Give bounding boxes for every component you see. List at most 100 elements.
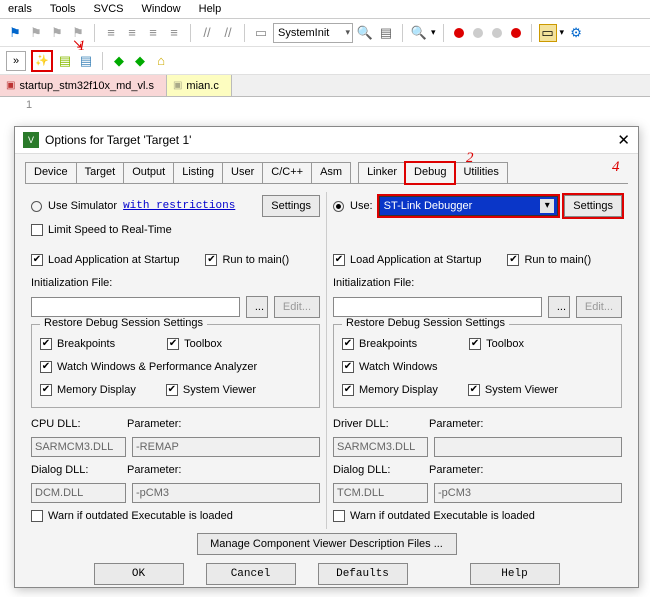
annotation-2: 2 xyxy=(466,150,474,167)
zoom-icon[interactable]: 🔍 xyxy=(410,24,428,42)
uncomment-icon[interactable]: // xyxy=(219,24,237,42)
hw-init-file-input[interactable] xyxy=(333,297,542,317)
doc-icon[interactable]: ▭ xyxy=(252,24,270,42)
tab-target[interactable]: Target xyxy=(76,162,125,183)
sim-load-app-label: Load Application at Startup xyxy=(48,254,179,266)
flag-blue-icon[interactable]: ⚑ xyxy=(6,24,24,42)
help-button[interactable]: Help xyxy=(470,563,560,585)
simulator-pane: Use Simulator with restrictions Settings… xyxy=(25,192,326,529)
hw-sysview-checkbox[interactable] xyxy=(468,384,480,396)
tab-asm[interactable]: Asm xyxy=(311,162,351,183)
tab-output[interactable]: Output xyxy=(123,162,174,183)
green-diamond2-icon[interactable]: ◆ xyxy=(131,52,149,70)
use-hw-radio[interactable] xyxy=(333,201,344,212)
cpu-param-label: Parameter: xyxy=(127,418,181,430)
window-icon[interactable]: ▭ xyxy=(539,24,557,42)
search-icon[interactable]: 🔍 xyxy=(356,24,374,42)
menu-help[interactable]: Help xyxy=(199,3,222,15)
close-icon[interactable]: ✕ xyxy=(617,131,630,149)
file-tab-mian[interactable]: ▣ mian.c xyxy=(167,75,232,96)
tab-linker[interactable]: Linker xyxy=(358,162,406,183)
hw-settings-button[interactable]: Settings xyxy=(564,195,622,217)
annotation-4: 4 xyxy=(612,159,620,176)
tab-device[interactable]: Device xyxy=(25,162,77,183)
hw-run-main-checkbox[interactable] xyxy=(507,254,519,266)
hw-init-browse-button[interactable]: ... xyxy=(548,296,570,318)
restrictions-link[interactable]: with restrictions xyxy=(123,200,235,212)
hw-breakpoints-checkbox[interactable] xyxy=(342,338,354,350)
ok-button[interactable]: OK xyxy=(94,563,184,585)
limit-speed-label: Limit Speed to Real-Time xyxy=(48,224,172,236)
tab-debug[interactable]: Debug xyxy=(405,162,455,184)
breakpoint-off2-icon[interactable] xyxy=(492,28,502,38)
menu-window[interactable]: Window xyxy=(142,3,181,15)
options-dialog: V Options for Target 'Target 1' ✕ Device… xyxy=(14,126,639,588)
file-tab-startup[interactable]: ▣ startup_stm32f10x_md_vl.s xyxy=(0,75,167,96)
comment-icon[interactable]: // xyxy=(198,24,216,42)
collapse-icon[interactable]: » xyxy=(6,51,26,71)
breakpoint-off-icon[interactable] xyxy=(473,28,483,38)
tab-ccpp[interactable]: C/C++ xyxy=(262,162,312,183)
sim-ddll-input[interactable] xyxy=(31,483,126,503)
indent-icon[interactable]: ≡ xyxy=(102,24,120,42)
flag-gray2-icon[interactable]: ⚑ xyxy=(48,24,66,42)
sim-sysview-checkbox[interactable] xyxy=(166,384,178,396)
sim-breakpoints-checkbox[interactable] xyxy=(40,338,52,350)
limit-speed-checkbox[interactable] xyxy=(31,224,43,236)
home-icon[interactable]: ⌂ xyxy=(152,52,170,70)
driver-param-input[interactable] xyxy=(434,437,622,457)
flag-gray-icon[interactable]: ⚑ xyxy=(27,24,45,42)
hw-init-edit-button[interactable]: Edit... xyxy=(576,296,622,318)
separator xyxy=(531,24,532,42)
sim-init-browse-button[interactable]: ... xyxy=(246,296,268,318)
outdent2-icon[interactable]: ≡ xyxy=(165,24,183,42)
doc1-icon[interactable]: ▤ xyxy=(56,52,74,70)
menu-erals[interactable]: erals xyxy=(8,3,32,15)
breakpoint-on-icon[interactable] xyxy=(454,28,464,38)
cpu-param-input[interactable] xyxy=(132,437,320,457)
hw-load-app-checkbox[interactable] xyxy=(333,254,345,266)
sim-settings-button[interactable]: Settings xyxy=(262,195,320,217)
sim-run-main-checkbox[interactable] xyxy=(205,254,217,266)
sim-warn-checkbox[interactable] xyxy=(31,510,43,522)
use-simulator-radio[interactable] xyxy=(31,201,42,212)
options-target-icon[interactable]: ✨ xyxy=(31,50,53,72)
hw-ddll-input[interactable] xyxy=(333,483,428,503)
manage-cvd-button[interactable]: Manage Component Viewer Description File… xyxy=(197,533,457,555)
sim-dparam-label: Parameter: xyxy=(127,464,181,476)
page-icon[interactable]: ▤ xyxy=(377,24,395,42)
menu-svcs[interactable]: SVCS xyxy=(94,3,124,15)
sim-init-edit-button[interactable]: Edit... xyxy=(274,296,320,318)
sim-load-app-checkbox[interactable] xyxy=(31,254,43,266)
hw-watch-checkbox[interactable] xyxy=(342,361,354,373)
outdent-icon[interactable]: ≡ xyxy=(123,24,141,42)
tab-utilities[interactable]: Utilities xyxy=(454,162,507,183)
indent2-icon[interactable]: ≡ xyxy=(144,24,162,42)
cancel-button[interactable]: Cancel xyxy=(206,563,296,585)
debugger-combo[interactable]: ST-Link Debugger xyxy=(379,196,559,216)
green-diamond-icon[interactable]: ◆ xyxy=(110,52,128,70)
dialog-buttons: OK Cancel Defaults Help xyxy=(25,555,628,591)
tab-user[interactable]: User xyxy=(222,162,263,183)
use-label: Use: xyxy=(350,200,373,212)
config-blue-icon[interactable]: ⚙ xyxy=(567,24,585,42)
sim-memory-checkbox[interactable] xyxy=(40,384,52,396)
driver-dll-input[interactable] xyxy=(333,437,428,457)
defaults-button[interactable]: Defaults xyxy=(318,563,408,585)
sim-dparam-input[interactable] xyxy=(132,483,320,503)
hw-dparam-input[interactable] xyxy=(434,483,622,503)
hw-memory-checkbox[interactable] xyxy=(342,384,354,396)
sim-restore-title: Restore Debug Session Settings xyxy=(40,317,207,329)
menu-tools[interactable]: Tools xyxy=(50,3,76,15)
function-combo[interactable]: SystemInit xyxy=(273,23,353,43)
hw-toolbox-checkbox[interactable] xyxy=(469,338,481,350)
hw-init-file-label: Initialization File: xyxy=(333,277,414,289)
sim-watch-checkbox[interactable] xyxy=(40,361,52,373)
breakpoint-on2-icon[interactable] xyxy=(511,28,521,38)
toolbar-1: ⚑ ⚑ ⚑ ⚑ ≡ ≡ ≡ ≡ // // ▭ SystemInit 🔍 ▤ 🔍… xyxy=(0,19,650,47)
sim-toolbox-checkbox[interactable] xyxy=(167,338,179,350)
sim-init-file-input[interactable] xyxy=(31,297,240,317)
hw-warn-checkbox[interactable] xyxy=(333,510,345,522)
tab-listing[interactable]: Listing xyxy=(173,162,223,183)
cpu-dll-input[interactable] xyxy=(31,437,126,457)
